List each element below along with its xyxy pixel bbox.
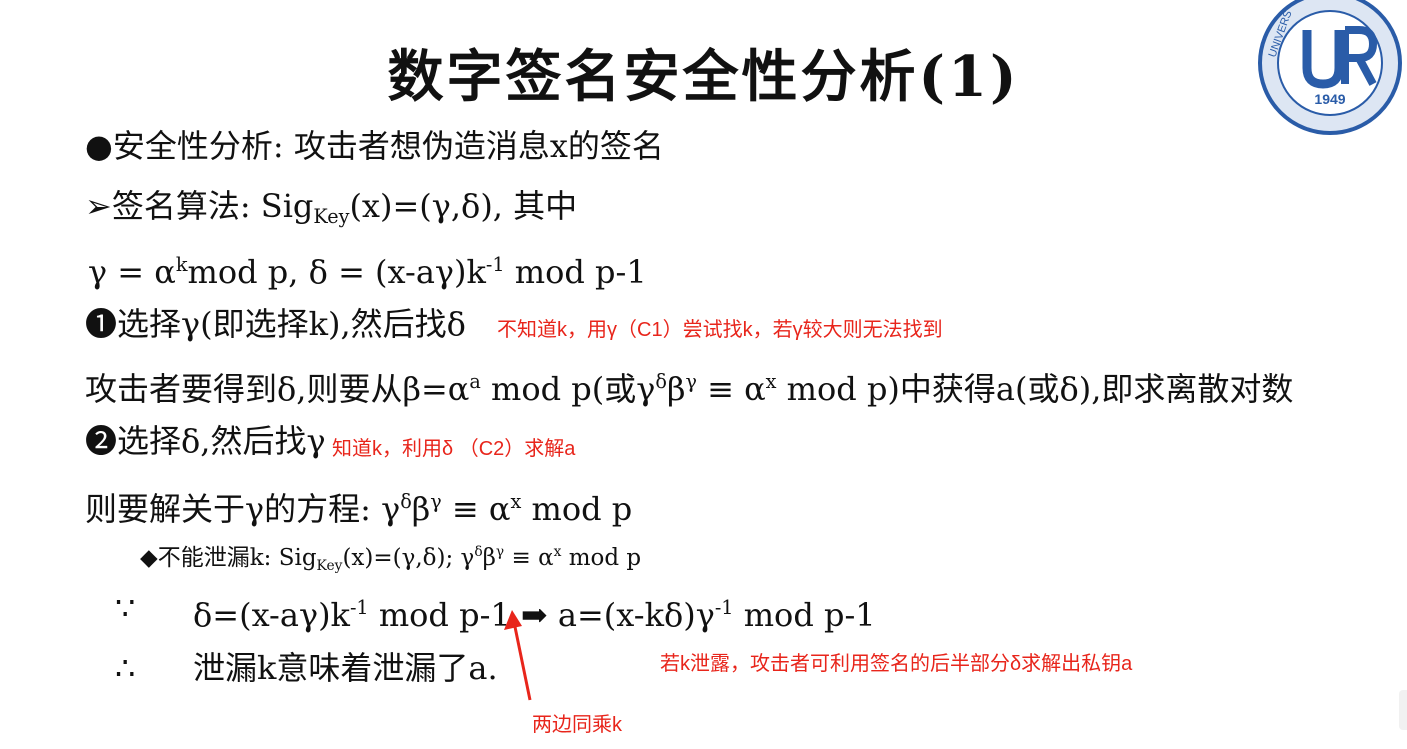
red-arrow-icon bbox=[504, 610, 532, 701]
formula-part: 攻击者要得到δ,则要从β=α bbox=[85, 370, 470, 408]
formula-part: mod p)中获得a(或δ),即求离散对数 bbox=[776, 370, 1294, 408]
formula-sup: a bbox=[469, 370, 481, 393]
formula-part: β bbox=[482, 545, 496, 571]
formula-part: ≡ α bbox=[696, 370, 766, 408]
therefore-symbol: ∴ bbox=[115, 649, 136, 687]
formula-sup: -1 bbox=[349, 596, 369, 619]
formula-part: 不能泄漏k: Sig bbox=[157, 545, 317, 571]
formula-part: δ=(x-aγ)k bbox=[193, 596, 350, 634]
because-symbol: ∵ bbox=[115, 589, 136, 627]
annotation-private-key: 若k泄露，攻击者可利用签名的后半部分δ求解出私钥a bbox=[660, 653, 1133, 675]
annotation-multiply-k: 两边同乘k bbox=[532, 714, 622, 736]
svg-text:1949: 1949 bbox=[1314, 91, 1345, 107]
formula-part: (x)=(γ,δ); γ bbox=[342, 545, 475, 571]
formula-part: β bbox=[666, 370, 686, 408]
formula-sup: δ bbox=[400, 490, 412, 513]
security-analysis-text: 安全性分析: 攻击者想伪造消息x的签名 bbox=[112, 127, 664, 165]
university-logo: 1949 UNIVERS bbox=[1258, 0, 1402, 135]
option-one-line: ❶选择γ(即选择k),然后找δ bbox=[85, 304, 466, 344]
algo-text: 签名算法: Sig bbox=[111, 187, 314, 225]
annotation-c2: 知道k，利用δ （C2）求解a bbox=[332, 438, 576, 460]
bullet-dot: ● bbox=[85, 127, 113, 165]
formula-sup: x bbox=[510, 490, 522, 513]
slide-title: 数字签名安全性分析(1) bbox=[387, 44, 1020, 110]
formula-sup: δ bbox=[655, 370, 667, 393]
scroll-edge bbox=[1399, 690, 1407, 730]
diamond-bullet-icon: ◆ bbox=[140, 545, 158, 571]
formula-part: mod p bbox=[561, 545, 642, 571]
formula-part: ≡ α bbox=[504, 545, 554, 571]
formula-sup: δ bbox=[474, 544, 483, 560]
formula-part: mod p bbox=[521, 490, 633, 528]
number-one-icon: ❶ bbox=[85, 305, 118, 343]
arrow-bullet-icon: ➢ bbox=[85, 187, 112, 225]
formula-part: mod p(或γ bbox=[480, 370, 656, 408]
formula-part: mod p-1 bbox=[733, 596, 876, 634]
option-two-line: ❷选择δ,然后找γ bbox=[85, 421, 326, 461]
therefore-line: 泄漏k意味着泄漏了a. bbox=[193, 649, 498, 687]
algo-text-2: (x)=(γ,δ), 其中 bbox=[349, 187, 578, 225]
number-two-icon: ❷ bbox=[85, 422, 118, 460]
formula-sup: γ bbox=[685, 370, 697, 393]
formula-line: γ = αkmod p, δ = (x-aγ)k-1 mod p-1 bbox=[88, 245, 647, 292]
key-subscript: Key bbox=[313, 205, 350, 228]
formula-sup: -1 bbox=[485, 253, 505, 276]
formula-part: ≡ α bbox=[441, 490, 511, 528]
formula-part: mod p-1 bbox=[504, 253, 647, 291]
option-one-text: 选择γ(即选择k),然后找δ bbox=[117, 305, 466, 343]
security-analysis-line: ●安全性分析: 攻击者想伪造消息x的签名 bbox=[85, 126, 664, 166]
signature-algorithm-line: ➢签名算法: SigKey(x)=(γ,δ), 其中 bbox=[85, 186, 577, 237]
formula-sup: k bbox=[175, 253, 188, 276]
formula-part: β bbox=[411, 490, 431, 528]
formula-part: 则要解关于γ的方程: γ bbox=[85, 490, 401, 528]
annotation-c1: 不知道k，用γ（C1）尝试找k，若γ较大则无法找到 bbox=[497, 319, 943, 341]
formula-part: γ = α bbox=[88, 253, 176, 291]
discrete-log-line: 攻击者要得到δ,则要从β=αa mod p(或γδβγ ≡ αx mod p)中… bbox=[85, 362, 1293, 409]
formula-part: mod p-1 bbox=[368, 596, 511, 634]
equation-line: 则要解关于γ的方程: γδβγ ≡ αx mod p bbox=[85, 482, 632, 529]
formula-sup: x bbox=[765, 370, 777, 393]
no-leak-line: ◆不能泄漏k: SigKey(x)=(γ,δ); γδβγ ≡ αx mod p bbox=[140, 537, 641, 581]
formula-sup: -1 bbox=[714, 596, 734, 619]
key-subscript: Key bbox=[316, 558, 343, 574]
option-two-text: 选择δ,然后找γ bbox=[117, 422, 326, 460]
formula-part: mod p, δ = (x-aγ)k bbox=[187, 253, 486, 291]
formula-part: a=(x-kδ)γ bbox=[547, 596, 715, 634]
formula-sup: γ bbox=[430, 490, 442, 513]
formula-sup: γ bbox=[495, 544, 505, 560]
